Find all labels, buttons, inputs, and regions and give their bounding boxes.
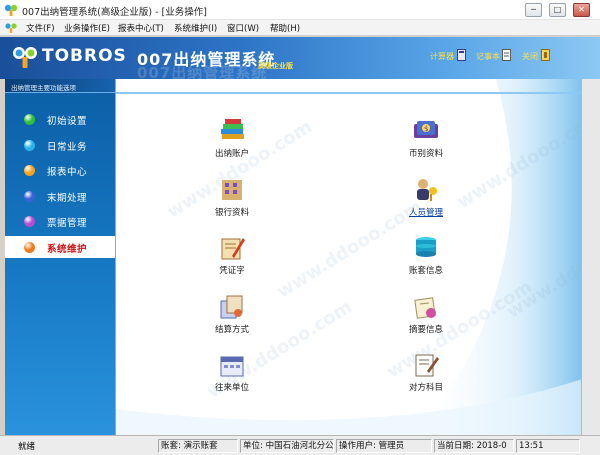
bullet-orb-icon: [24, 190, 35, 202]
window-title: 007出纳管理系统(高级企业版) - [业务操作]: [22, 7, 207, 18]
right-margin: [581, 79, 600, 435]
menu-business[interactable]: 业务操作(E): [64, 22, 110, 34]
app-logo-icon: [4, 4, 18, 16]
menu-help[interactable]: 帮助(H): [270, 22, 300, 34]
sidebar-item-label: 票据管理: [47, 218, 88, 229]
minimize-button[interactable]: ─: [525, 3, 542, 17]
exit-icon[interactable]: [541, 49, 550, 61]
function-label[interactable]: 摘要信息: [396, 323, 456, 335]
currency-icon[interactable]: $: [412, 117, 440, 143]
sidebar-item-1[interactable]: 日常业务: [5, 134, 115, 156]
mdi-child-icon[interactable]: [4, 22, 18, 34]
status-unit: 单位: 中国石油河北分公: [240, 439, 334, 453]
voucher-pen-icon[interactable]: [218, 234, 246, 260]
sidebar-item-4[interactable]: 票据管理: [5, 210, 115, 232]
bullet-orb-icon: [24, 139, 35, 151]
menu-file[interactable]: 文件(F): [26, 22, 55, 34]
function-label[interactable]: 对方科目: [396, 381, 456, 393]
sidebar-header: 出纳管理主要功能选项: [5, 79, 115, 93]
function-item-9[interactable]: 对方科目: [396, 351, 456, 397]
status-time: 13:51: [516, 439, 580, 453]
function-label[interactable]: 账套信息: [396, 264, 456, 276]
books-icon[interactable]: [218, 117, 246, 143]
function-label[interactable]: 银行资料: [202, 206, 262, 218]
app-name: 007出纳管理系统: [137, 50, 276, 69]
bank-building-icon[interactable]: [218, 176, 246, 202]
sidebar-item-label: 报表中心: [47, 167, 88, 178]
function-item-0[interactable]: 出纳账户: [202, 117, 262, 163]
bullet-orb-icon: [24, 241, 35, 253]
function-item-3[interactable]: 人员管理: [396, 176, 456, 222]
sidebar-item-label: 系统维护: [47, 243, 88, 255]
function-label[interactable]: 往来单位: [202, 381, 262, 393]
sidebar-item-3[interactable]: 末期处理: [5, 185, 115, 207]
bullet-orb-icon: [24, 165, 35, 176]
function-item-4[interactable]: 凭证字: [202, 234, 262, 280]
menu-system[interactable]: 系统维护(I): [174, 22, 217, 34]
function-item-7[interactable]: 摘要信息: [396, 293, 456, 339]
edition-label: 高级企业版: [258, 62, 293, 70]
sidebar-item-0[interactable]: 初始设置: [5, 108, 115, 130]
status-ready: 就绪: [18, 442, 36, 452]
sidebar-item-label: 初始设置: [47, 116, 88, 127]
document-pen-icon[interactable]: [412, 351, 440, 377]
sidebar-item-2[interactable]: 报表中心: [5, 159, 115, 181]
function-item-8[interactable]: 往来单位: [202, 351, 262, 397]
summary-notes-icon[interactable]: [412, 293, 440, 319]
menu-bar: 文件(F) 业务操作(E) 报表中心(T) 系统维护(I) 窗口(W) 帮助(H…: [0, 20, 600, 36]
app-banner: TOBROS 007出纳管理系统 007出纳管理系统 高级企业版 计算器 记事本…: [0, 37, 600, 79]
title-bar: 007出纳管理系统(高级企业版) - [业务操作] ─ □ ✕: [0, 0, 600, 20]
status-date: 当前日期: 2018-0: [434, 439, 514, 453]
sidebar-item-label: 日常业务: [47, 141, 88, 153]
maximize-button[interactable]: □: [549, 3, 566, 17]
status-operator: 操作用户: 管理员: [336, 439, 432, 453]
notepad-icon[interactable]: [502, 49, 511, 61]
function-label[interactable]: 出纳账户: [202, 147, 262, 159]
company-calendar-icon[interactable]: [218, 351, 246, 377]
user-key-icon[interactable]: [412, 176, 440, 202]
function-label[interactable]: 人员管理: [396, 206, 456, 218]
calculator-link[interactable]: 计算器: [430, 51, 454, 62]
function-item-1[interactable]: $ 币别资料: [396, 117, 456, 163]
bullet-orb-icon: [24, 216, 35, 227]
brand-name: TOBROS: [42, 46, 127, 66]
content-divider: [116, 92, 581, 94]
function-panel: www.ddooo.com www.ddooo.com www.ddooo.com w…: [115, 79, 581, 435]
bullet-orb-icon: [24, 114, 35, 125]
function-item-2[interactable]: 银行资料: [202, 176, 262, 222]
tobros-logo-icon: [13, 47, 37, 68]
sidebar: 出纳管理主要功能选项 初始设置日常业务报表中心末期处理票据管理系统维护: [5, 79, 115, 435]
status-bar: 就绪 账套: 演示账套 单位: 中国石油河北分公 操作用户: 管理员 当前日期:…: [0, 435, 600, 455]
menu-window[interactable]: 窗口(W): [227, 22, 259, 34]
svg-text:$: $: [424, 125, 428, 133]
function-item-6[interactable]: 结算方式: [202, 293, 262, 339]
close-link[interactable]: 关闭: [522, 51, 538, 62]
calculator-icon[interactable]: [457, 49, 466, 61]
sidebar-item-5[interactable]: 系统维护: [5, 235, 115, 258]
sidebar-item-label: 末期处理: [47, 192, 88, 204]
status-account-set: 账套: 演示账套: [158, 439, 238, 453]
function-label[interactable]: 凭证字: [202, 264, 262, 276]
settlement-papers-icon[interactable]: [218, 293, 246, 319]
close-button[interactable]: ✕: [573, 3, 590, 17]
menu-reports[interactable]: 报表中心(T): [118, 22, 164, 34]
function-item-5[interactable]: 账套信息: [396, 234, 456, 280]
function-label[interactable]: 结算方式: [202, 323, 262, 335]
notepad-link[interactable]: 记事本: [476, 51, 500, 62]
database-stack-icon[interactable]: [412, 234, 440, 260]
function-label[interactable]: 币别资料: [396, 147, 456, 159]
